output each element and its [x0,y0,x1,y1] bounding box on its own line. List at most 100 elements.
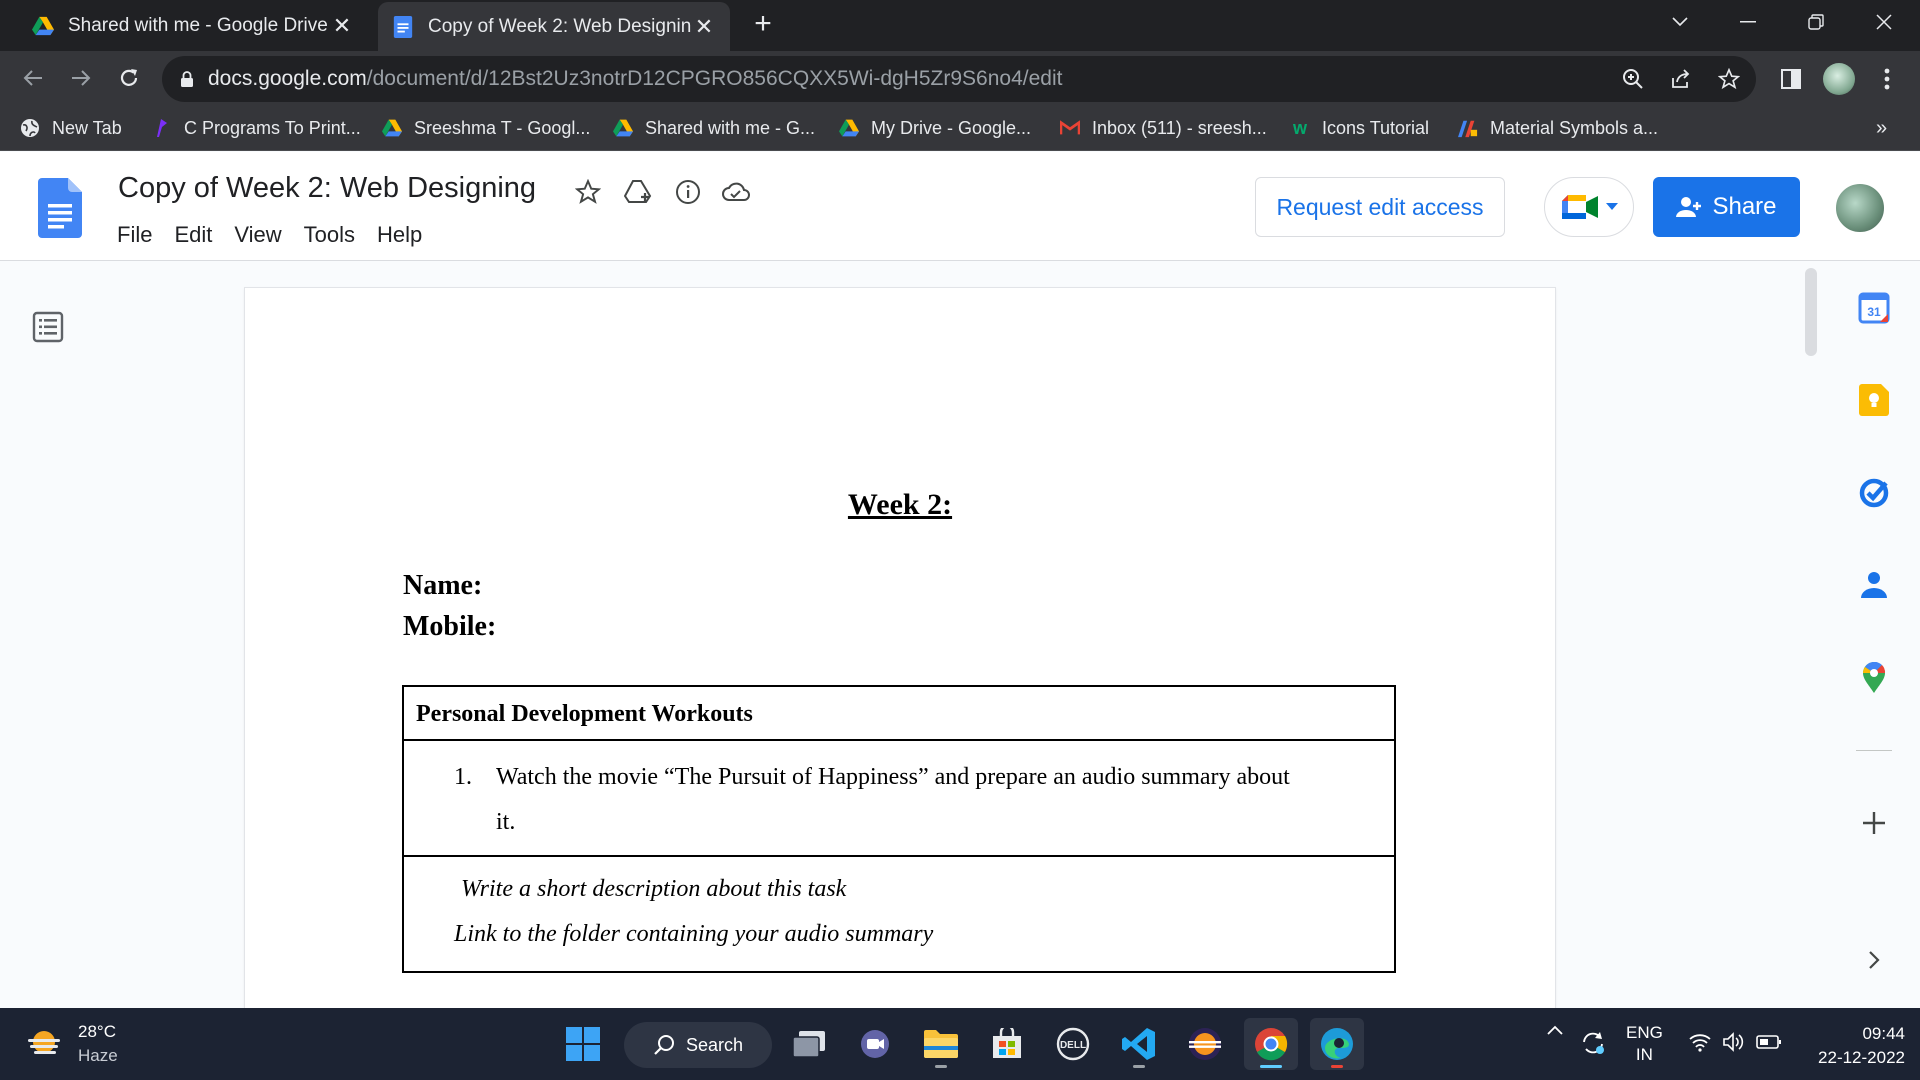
chrome-button[interactable] [1244,1018,1298,1070]
google-maps-icon[interactable] [1858,662,1890,694]
task-line-2: it. [496,809,516,835]
system-tray-status[interactable] [1688,1032,1782,1052]
menu-tools[interactable]: Tools [293,218,366,252]
vscode-icon [1122,1028,1155,1060]
menu-edit[interactable]: Edit [163,218,223,252]
microsoft-store-button[interactable] [980,1018,1034,1070]
bookmark-sreeshma[interactable]: Sreeshma T - Googl... [382,112,590,144]
wifi-icon [1689,1034,1711,1052]
bookmark-material-symbols[interactable]: Material Symbols a... [1458,112,1658,144]
browser-toolbar: docs.google.com/document/d/12Bst2Uz3notr… [0,51,1920,106]
volume-icon [1723,1032,1744,1052]
request-edit-access-button[interactable]: Request edit access [1255,177,1505,237]
restore-button[interactable] [1786,0,1846,44]
bookmark-label: Shared with me - G... [645,117,816,138]
close-tab-icon[interactable]: ✕ [692,14,716,40]
mobile-label: Mobile: [403,611,497,642]
profile-avatar[interactable] [1822,62,1856,96]
weather-widget[interactable]: 28°C Haze [26,1020,118,1068]
document-title[interactable]: Copy of Week 2: Web Designing [118,172,536,205]
google-calendar-icon[interactable]: 31 [1858,292,1890,324]
share-page-icon[interactable] [1666,64,1696,94]
bookmark-new-tab[interactable]: New Tab [20,112,122,144]
bookmark-icons-tutorial[interactable]: w Icons Tutorial [1290,112,1429,144]
reload-button[interactable] [110,59,148,97]
taskbar-search[interactable]: Search [624,1022,772,1068]
zoom-icon[interactable] [1618,64,1648,94]
share-button[interactable]: Share [1653,177,1800,237]
document-outline-button[interactable] [32,311,64,343]
info-icon[interactable] [672,176,704,208]
forward-button[interactable] [62,59,100,97]
expand-side-panel-icon[interactable] [1858,944,1890,976]
tab-search-chevron-icon[interactable] [1650,0,1710,44]
address-bar[interactable]: docs.google.com/document/d/12Bst2Uz3notr… [162,56,1756,102]
move-to-drive-icon[interactable] [622,176,654,208]
task-view-icon [792,1031,825,1058]
google-keep-icon[interactable] [1858,384,1890,416]
workout-table: Personal Development Workouts 1. Watch t… [402,685,1396,973]
show-hidden-icons-button[interactable] [1546,1024,1564,1036]
get-add-ons-icon[interactable] [1858,807,1890,839]
vertical-scrollbar[interactable] [1805,268,1817,356]
side-panel-icon[interactable] [1774,62,1808,96]
chrome-icon [1255,1028,1288,1061]
dell-app-button[interactable]: DELL [1046,1018,1100,1070]
name-label: Name: [403,570,483,601]
file-explorer-button[interactable] [914,1018,968,1070]
account-avatar[interactable] [1834,182,1886,234]
bookmark-label: My Drive - Google... [871,117,1032,138]
start-button[interactable] [556,1018,610,1070]
battery-icon [1756,1035,1781,1049]
google-contacts-icon[interactable] [1858,569,1890,601]
google-docs-logo-icon[interactable] [38,178,82,238]
bookmark-my-drive[interactable]: My Drive - Google... [839,112,1031,144]
back-button[interactable] [14,59,52,97]
running-indicator [1331,1065,1343,1068]
menu-help[interactable]: Help [366,218,433,252]
menu-file[interactable]: File [106,218,163,252]
bookmark-star-icon[interactable] [1714,64,1744,94]
tab-shared-with-me[interactable]: Shared with me - Google Drive ✕ [18,0,368,51]
vscode-button[interactable] [1112,1018,1166,1070]
tab-copy-of-week-2[interactable]: Copy of Week 2: Web Designing ✕ [378,2,730,51]
cloud-saved-icon[interactable] [720,176,752,208]
folder-icon [924,1030,958,1058]
close-tab-icon[interactable]: ✕ [330,13,354,39]
edge-button[interactable] [1310,1018,1364,1070]
notes-cell: Write a short description about this tas… [404,857,1394,971]
running-indicator [1133,1065,1145,1068]
google-tasks-icon[interactable] [1858,477,1890,509]
document-page[interactable]: Week 2: Name: Mobile: Personal Developme… [245,288,1555,1008]
close-window-button[interactable] [1854,0,1914,44]
sync-icon[interactable] [1580,1030,1606,1056]
more-bookmarks-button[interactable]: » [1876,112,1887,144]
material-icon [1458,118,1478,138]
globe-icon [20,118,40,138]
menu-view[interactable]: View [223,218,292,252]
new-tab-button[interactable]: + [748,9,778,40]
teams-chat-button[interactable] [848,1018,902,1070]
minimize-button[interactable] [1718,0,1778,44]
bookmark-gmail-inbox[interactable]: Inbox (511) - sreesh... [1060,112,1267,144]
url-host: docs.google.com [208,67,367,90]
task-view-button[interactable] [782,1018,836,1070]
bookmark-label: Material Symbols a... [1490,117,1659,138]
windows-taskbar: 28°C Haze Search DELL ENG IN 09:44 22-12… [0,1008,1920,1080]
chrome-menu-icon[interactable] [1870,62,1904,96]
star-icon[interactable] [572,176,604,208]
language-code: ENG [1626,1023,1663,1042]
google-meet-button[interactable] [1544,177,1634,237]
bookmark-shared-with-me[interactable]: Shared with me - G... [613,112,815,144]
search-icon [654,1035,674,1055]
bookmark-c-icon [152,118,172,138]
language-indicator[interactable]: ENG IN [1626,1022,1663,1066]
gmail-icon [1060,118,1080,138]
bookmark-c-programs[interactable]: C Programs To Print... [152,112,361,144]
clock[interactable]: 09:44 22-12-2022 [1805,1022,1905,1070]
note-audio-link: Link to the folder containing your audio… [454,921,934,947]
side-panel-divider [1856,750,1892,751]
task-number: 1. [454,764,472,790]
eclipse-button[interactable] [1178,1018,1232,1070]
search-label: Search [686,1034,744,1055]
